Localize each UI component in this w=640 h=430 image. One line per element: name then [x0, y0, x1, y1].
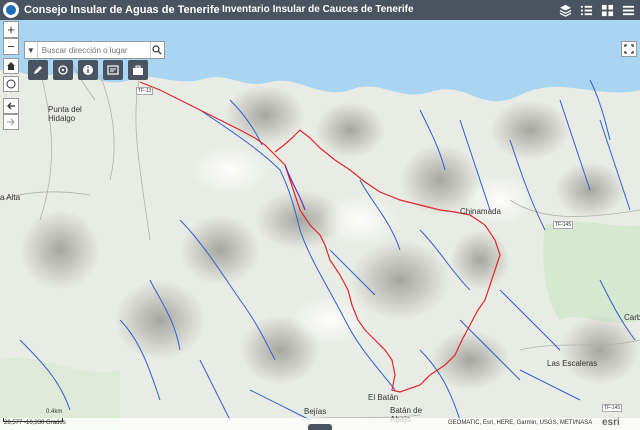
briefcase-icon: [133, 65, 143, 75]
esri-logo: esri: [602, 417, 620, 428]
back-button[interactable]: [3, 98, 19, 114]
draw-tool-button[interactable]: [28, 60, 48, 80]
arrow-left-icon: [7, 102, 15, 110]
home-icon: [7, 62, 15, 70]
zoom-out-button[interactable]: −: [3, 38, 19, 55]
coordinates-icon: [107, 65, 119, 75]
fullscreen-icon: [624, 44, 634, 54]
info-tool-button[interactable]: [78, 60, 98, 80]
locate-button[interactable]: [3, 76, 19, 92]
label-las-escaleras: Las Escaleras: [547, 359, 598, 368]
measure-tool-button[interactable]: [53, 60, 73, 80]
locate-icon: [6, 79, 16, 89]
legend-icon[interactable]: [578, 2, 594, 18]
forward-button[interactable]: [3, 114, 19, 130]
road-label-tf145-south: TF-145: [602, 404, 623, 412]
search-widget: ▼: [24, 41, 165, 59]
label-alta: a Alta: [0, 193, 21, 202]
search-input[interactable]: [37, 45, 150, 55]
pencil-icon: [34, 66, 42, 74]
search-button[interactable]: [149, 42, 164, 58]
fullscreen-button[interactable]: [621, 41, 637, 57]
app-title: Consejo Insular de Aguas de Tenerife: [24, 4, 220, 16]
search-icon: [152, 45, 162, 55]
search-source-dropdown[interactable]: ▼: [25, 42, 38, 58]
app-header: Consejo Insular de Aguas de Tenerife Inv…: [0, 0, 640, 20]
basemap-gallery-icon[interactable]: [599, 2, 615, 18]
map-view[interactable]: + − ▼ Punta del Hidalgo a Alta Chinamada…: [0, 20, 640, 430]
info-icon: [83, 65, 93, 75]
label-punta-del-hidalgo: Punta del Hidalgo: [48, 105, 82, 123]
map-title: Inventario Insular de Cauces de Tenerife: [222, 4, 414, 15]
print-tool-button[interactable]: [128, 60, 148, 80]
home-button[interactable]: [3, 58, 19, 74]
road-label-tf145: TF-145: [553, 221, 574, 229]
zoom-in-button[interactable]: +: [3, 21, 19, 38]
bottom-panel-toggle[interactable]: [308, 424, 332, 430]
attribution[interactable]: GEOMATIC, Esri, HERE, Garmin, USGS, METI…: [448, 420, 592, 426]
label-chinamada: Chinamada: [460, 207, 501, 216]
logo: [3, 2, 19, 18]
arrow-right-icon: [7, 118, 15, 126]
menu-icon[interactable]: [620, 2, 636, 18]
layers-icon[interactable]: [557, 2, 573, 18]
label-carbo: Carbo: [624, 313, 640, 322]
coordinates-readout: 28,577 -16,330 Grados: [4, 420, 66, 426]
measure-icon: [58, 65, 68, 75]
road-label-tf13: TF-13: [136, 87, 154, 95]
scale-label: 0.4km: [46, 409, 63, 415]
label-el-batan: El Batán: [368, 393, 399, 402]
map-canvas: [0, 20, 640, 430]
coordinates-tool-button[interactable]: [103, 60, 123, 80]
label-bejias: Bejías: [304, 407, 327, 416]
